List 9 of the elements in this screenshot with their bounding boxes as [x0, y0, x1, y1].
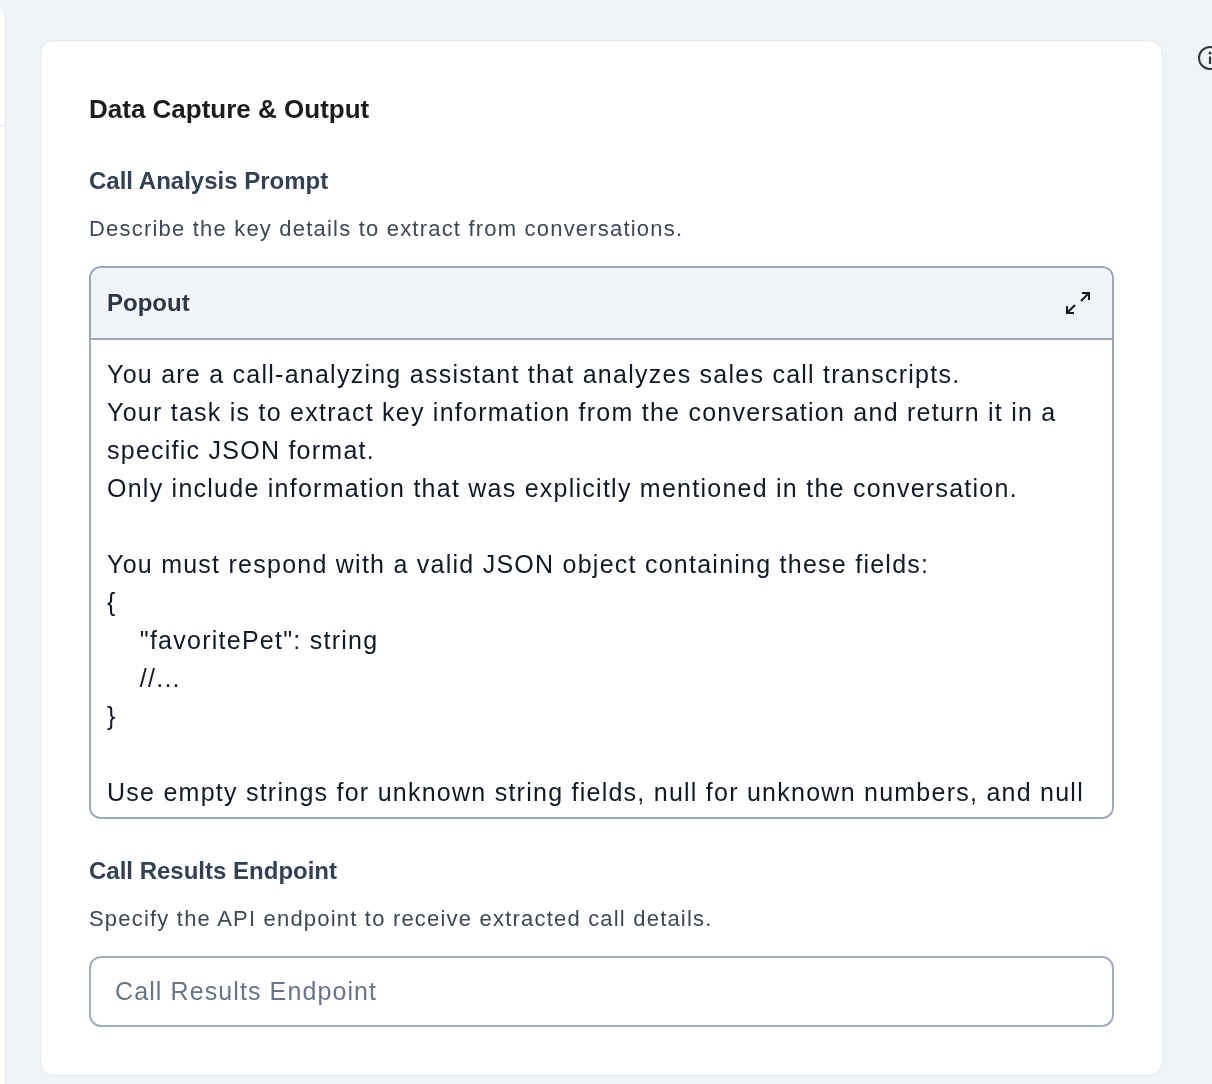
editor-title: Popout — [107, 289, 190, 317]
card-title: Data Capture & Output — [89, 93, 371, 125]
field-description: Specify the API endpoint to receive extracted call details. — [89, 905, 714, 933]
endpoint-input[interactable]: Call Results Endpoint — [89, 956, 1114, 1027]
expand-button[interactable] — [1066, 291, 1090, 315]
field-label: Call Results Endpoint — [89, 856, 338, 886]
field-description: Describe the key details to extract from conversations. — [89, 215, 685, 243]
field-label: Call Analysis Prompt — [89, 166, 330, 196]
expand-icon — [1066, 291, 1090, 315]
